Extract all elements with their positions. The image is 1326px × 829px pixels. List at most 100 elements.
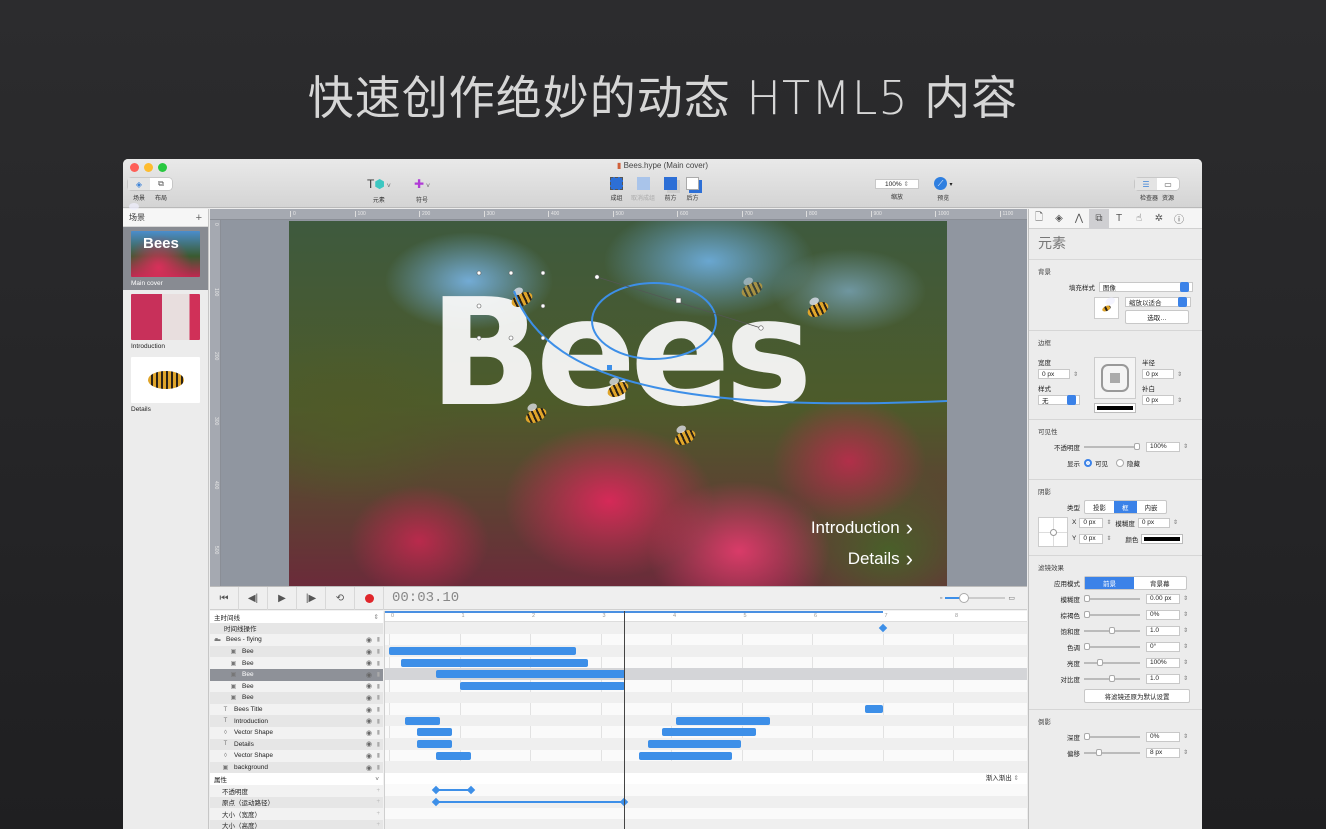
eye-icon[interactable]: ◉: [366, 636, 372, 644]
layer-row[interactable]: ▼ ▬ Bees - flying ◉ ▮: [210, 634, 383, 646]
eye-icon[interactable]: ◉: [366, 706, 372, 714]
filter-field[interactable]: 1.0: [1146, 673, 1180, 684]
property-row[interactable]: 大小（高度） +: [210, 819, 383, 829]
symbols-button[interactable]: ✚ ˅ 符号: [414, 177, 430, 204]
lock-icon[interactable]: ▮: [377, 683, 380, 690]
filter-field[interactable]: 0°: [1146, 641, 1180, 652]
canvas-area[interactable]: 0 100 200 300 400 500 600 700 800 900 1000 1100 0 10…: [210, 209, 1027, 586]
eye-icon[interactable]: ◉: [366, 717, 372, 725]
eye-icon[interactable]: ◉: [366, 648, 372, 656]
timeline-actions-row[interactable]: 时间线操作: [210, 622, 383, 635]
filter-field[interactable]: 100%: [1146, 657, 1180, 668]
eye-icon[interactable]: ◉: [366, 729, 372, 737]
lock-icon[interactable]: ▮: [377, 752, 380, 759]
send-back-button[interactable]: 后方: [686, 177, 699, 202]
layout-view-button[interactable]: ⧉: [150, 178, 172, 190]
lock-icon[interactable]: ▮: [377, 706, 380, 713]
filter-slider[interactable]: [1084, 674, 1140, 682]
shadow-y-field[interactable]: 0 px: [1079, 533, 1104, 544]
stage[interactable]: Bees Introduction › Details ›: [289, 221, 947, 586]
property-row[interactable]: 大小（宽度） +: [210, 808, 383, 820]
layer-row[interactable]: ◊ Vector Shape ◉ ▮: [210, 727, 383, 739]
offset-field[interactable]: 8 px: [1146, 747, 1180, 758]
filter-slider[interactable]: [1084, 642, 1140, 650]
filter-field[interactable]: 0%: [1146, 609, 1180, 620]
lock-icon[interactable]: ▮: [377, 741, 380, 748]
animation-bar[interactable]: [864, 705, 883, 714]
border-width-field[interactable]: 0 px: [1038, 369, 1070, 379]
layer-row[interactable]: ▣ Bee ◉ ▮: [210, 645, 383, 658]
step-forward-button[interactable]: |▶: [297, 586, 326, 610]
depth-field[interactable]: 0%: [1146, 731, 1180, 742]
filter-slider[interactable]: [1084, 658, 1140, 666]
timeline-select[interactable]: 主时间线 ⇕: [210, 611, 383, 623]
radius-field[interactable]: 0 px: [1142, 369, 1174, 379]
lock-icon[interactable]: ▮: [377, 636, 380, 643]
visible-radio[interactable]: [1084, 458, 1092, 467]
record-button[interactable]: [355, 586, 384, 610]
step-back-button[interactable]: ◀|: [239, 586, 268, 610]
filter-slider[interactable]: [1084, 626, 1140, 634]
mode-foreground[interactable]: 前景: [1085, 576, 1134, 589]
eye-icon[interactable]: ◉: [366, 764, 372, 772]
eye-icon[interactable]: ◉: [366, 694, 372, 702]
layer-row[interactable]: ▣ Bee ◉ ▮: [210, 681, 383, 693]
layer-row[interactable]: T Details ◉ ▮: [210, 738, 383, 751]
layer-row[interactable]: T Bees Title ◉ ▮: [210, 704, 383, 716]
details-link[interactable]: Details ›: [848, 546, 913, 572]
lock-icon[interactable]: ▮: [377, 660, 380, 667]
scene-details[interactable]: Details: [123, 353, 208, 416]
animation-bar[interactable]: [389, 647, 576, 656]
animation-bar[interactable]: [661, 728, 756, 737]
add-keyframe-icon[interactable]: +: [376, 811, 380, 817]
opacity-field[interactable]: 100%: [1146, 441, 1180, 452]
shadow-type-drop[interactable]: 投影: [1085, 501, 1114, 513]
playhead[interactable]: [623, 611, 625, 829]
depth-slider[interactable]: [1084, 732, 1140, 740]
add-keyframe-icon[interactable]: +: [376, 822, 380, 828]
eye-icon[interactable]: ◉: [366, 659, 372, 667]
padding-field[interactable]: 0 px: [1142, 395, 1174, 405]
animation-bar[interactable]: [675, 716, 770, 725]
shadow-type-control[interactable]: 投影 框 内嵌: [1084, 499, 1167, 514]
lock-icon[interactable]: ▮: [377, 729, 380, 736]
animation-bar[interactable]: [639, 751, 733, 760]
ungroup-button[interactable]: 取消成组: [631, 177, 655, 202]
animation-bar[interactable]: [400, 658, 588, 667]
preview-button[interactable]: ⟋ ▾ 预览: [934, 177, 953, 202]
scale-select[interactable]: 缩放以适合: [1125, 297, 1191, 307]
layer-row[interactable]: T Introduction ◉ ▮: [210, 715, 383, 727]
lock-icon[interactable]: ▮: [377, 694, 380, 701]
animation-bar[interactable]: [436, 670, 626, 679]
metrics-icon[interactable]: ⋀: [1069, 209, 1089, 229]
lock-icon[interactable]: ▮: [377, 648, 380, 655]
text-icon[interactable]: T: [1109, 209, 1129, 229]
add-scene-button[interactable]: +: [196, 212, 202, 224]
timeline-tracks[interactable]: 0 1 2 3 4 5 6 7 8 渐入渐出 ⇕: [384, 611, 1027, 829]
eye-icon[interactable]: ◉: [366, 671, 372, 679]
animation-bar[interactable]: [459, 682, 626, 690]
shadow-type-box[interactable]: 框: [1114, 500, 1137, 513]
property-row[interactable]: 原点（运动路径） +: [210, 796, 383, 809]
border-color-well[interactable]: [1094, 403, 1136, 413]
action-hand-icon[interactable]: ☝: [1129, 209, 1149, 229]
animation-bar[interactable]: [436, 751, 472, 760]
mode-backdrop[interactable]: 背景幕: [1134, 577, 1186, 589]
zoom-field[interactable]: 100% ⇕: [875, 179, 919, 189]
layer-row[interactable]: ▣ Bee ◉ ▮: [210, 668, 383, 681]
scene-main-cover[interactable]: Bees Main cover: [123, 227, 208, 290]
reset-filters-button[interactable]: 将滤镜还原为默认设置: [1084, 689, 1190, 703]
filter-field[interactable]: 1.0: [1146, 625, 1180, 636]
shadow-color-well[interactable]: [1141, 533, 1184, 544]
offset-slider[interactable]: [1084, 748, 1140, 756]
shadow-x-field[interactable]: 0 px: [1079, 517, 1104, 528]
filter-slider[interactable]: [1084, 610, 1140, 618]
scene-view-button[interactable]: ◈: [128, 178, 150, 190]
choose-button[interactable]: 选取…: [1125, 310, 1189, 324]
animation-bar[interactable]: [647, 740, 742, 748]
layers-icon[interactable]: ◈: [1049, 209, 1069, 229]
introduction-link[interactable]: Introduction ›: [811, 515, 913, 541]
physics-icon[interactable]: ✲: [1149, 209, 1169, 229]
go-to-start-button[interactable]: ⏮: [210, 586, 239, 610]
easing-select[interactable]: 渐入渐出: [986, 775, 1012, 782]
